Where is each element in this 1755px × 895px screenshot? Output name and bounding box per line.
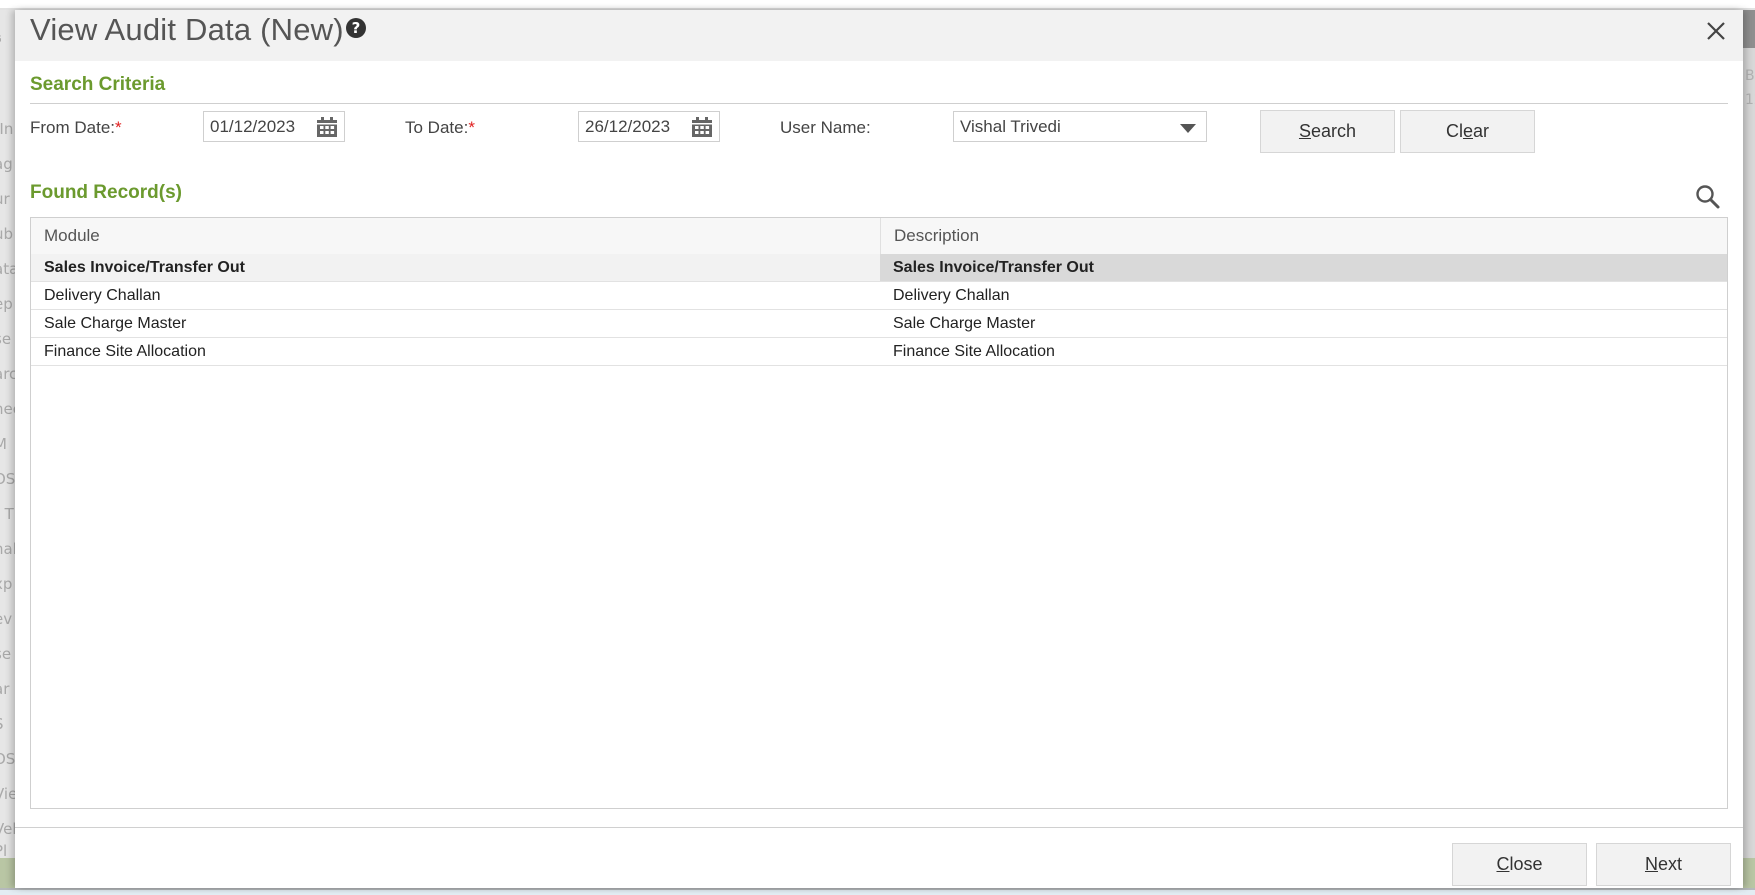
close-button[interactable]: Close	[1452, 843, 1587, 886]
view-audit-data-dialog: View Audit Data (New) ? Search Criteria …	[15, 10, 1743, 888]
bg-fragment: ata	[0, 260, 15, 278]
bg-fragment: G	[0, 34, 2, 45]
bg-fragment: 12	[1745, 92, 1755, 108]
calendar-icon[interactable]	[691, 117, 713, 138]
to-date-input[interactable]: 26/12/2023	[578, 111, 720, 142]
calendar-icon[interactable]	[316, 117, 338, 138]
description-cell: Delivery Challan	[893, 287, 1010, 304]
search-button[interactable]: Search	[1260, 110, 1395, 153]
bg-fragment: ur	[0, 190, 10, 208]
next-button[interactable]: Next	[1596, 843, 1731, 886]
bg-fragment: Vie	[0, 785, 15, 803]
user-name-label: User Name:	[780, 118, 871, 137]
table-row[interactable]: Finance Site Allocation Finance Site All…	[31, 338, 1727, 366]
bg-green-bar	[0, 858, 15, 888]
dialog-title-bar: View Audit Data (New) ?	[15, 10, 1743, 61]
next-button-label: Next	[1644, 854, 1682, 874]
search-button-label: Search	[1298, 121, 1357, 141]
description-cell: Finance Site Allocation	[893, 343, 1055, 360]
footer-divider	[15, 827, 1743, 828]
bg-right-header	[1743, 10, 1755, 48]
bg-fragment: OS	[0, 750, 15, 768]
bg-fragment: -In	[0, 120, 14, 138]
clear-button[interactable]: Clear	[1400, 110, 1535, 153]
search-criteria-divider	[30, 103, 1728, 104]
bg-fragment: se	[0, 330, 12, 348]
table-row[interactable]: Sale Charge Master Sale Charge Master	[31, 310, 1727, 338]
table-header: Module Description	[31, 218, 1727, 254]
to-date-value: 26/12/2023	[585, 117, 671, 136]
column-header-module[interactable]: Module	[31, 218, 880, 254]
bg-fragment: M	[0, 435, 7, 453]
found-records-table: Module Description Sales Invoice/Transfe…	[30, 217, 1728, 809]
bg-fragment: ag	[0, 155, 13, 173]
to-date-label-text: To Date:	[405, 118, 469, 137]
module-cell: Sale Charge Master	[44, 315, 187, 332]
background-right-panel: BI 12	[1743, 10, 1755, 888]
bg-fragment: xp	[0, 575, 13, 593]
bg-fragment: ev	[0, 610, 13, 628]
bg-fragment: ar	[0, 680, 10, 698]
from-date-label: From Date:*	[30, 118, 122, 138]
bg-fragment: ub	[0, 225, 14, 243]
bg-fragment: arc	[0, 365, 15, 383]
from-date-input[interactable]: 01/12/2023	[203, 111, 345, 142]
bg-fragment: ep	[0, 295, 13, 313]
bg-fragment: S	[0, 715, 4, 733]
description-cell: Sales Invoice/Transfer Out	[880, 254, 1727, 281]
module-cell: Sales Invoice/Transfer Out	[31, 254, 880, 281]
bg-fragment: nal	[0, 540, 15, 558]
module-cell: Delivery Challan	[44, 287, 161, 304]
bg-fragment: t T	[0, 505, 14, 523]
search-criteria-heading: Search Criteria	[30, 74, 166, 95]
search-icon[interactable]	[1695, 184, 1721, 210]
user-name-select[interactable]: Vishal Trivedi	[953, 111, 1207, 142]
bg-fragment: se	[0, 645, 12, 663]
module-cell: Finance Site Allocation	[44, 343, 206, 360]
bg-fragment: BI	[1745, 68, 1755, 84]
chevron-down-icon[interactable]	[1180, 124, 1196, 133]
table-row[interactable]: Sales Invoice/Transfer Out Sales Invoice…	[31, 254, 1727, 282]
from-date-label-text: From Date:	[30, 118, 116, 137]
to-date-label: To Date:*	[405, 118, 475, 138]
close-icon[interactable]	[1701, 16, 1731, 46]
from-date-value: 01/12/2023	[210, 117, 296, 136]
found-records-heading: Found Record(s)	[30, 182, 182, 203]
column-header-description[interactable]: Description	[880, 218, 1727, 254]
bg-fragment: hec	[0, 400, 15, 418]
clear-button-label: Clear	[1445, 121, 1490, 141]
close-button-label: Close	[1496, 854, 1543, 874]
user-name-value: Vishal Trivedi	[960, 117, 1061, 136]
required-mark: *	[115, 118, 122, 137]
question-circle-icon[interactable]: ?	[346, 18, 366, 38]
table-row[interactable]: Delivery Challan Delivery Challan	[31, 282, 1727, 310]
dialog-title: View Audit Data (New)	[30, 12, 344, 47]
top-strip	[0, 0, 1755, 10]
description-cell: Sale Charge Master	[893, 315, 1036, 332]
background-left-sidebar: G -In ag ur ub ata ep se arc hec M OS t …	[0, 10, 15, 888]
background-bottom-strip	[0, 888, 1755, 895]
bg-fragment: Veb	[0, 820, 15, 838]
bg-fragment: OS	[0, 470, 15, 488]
bg-green-bar	[1743, 858, 1755, 888]
required-mark: *	[468, 118, 475, 137]
